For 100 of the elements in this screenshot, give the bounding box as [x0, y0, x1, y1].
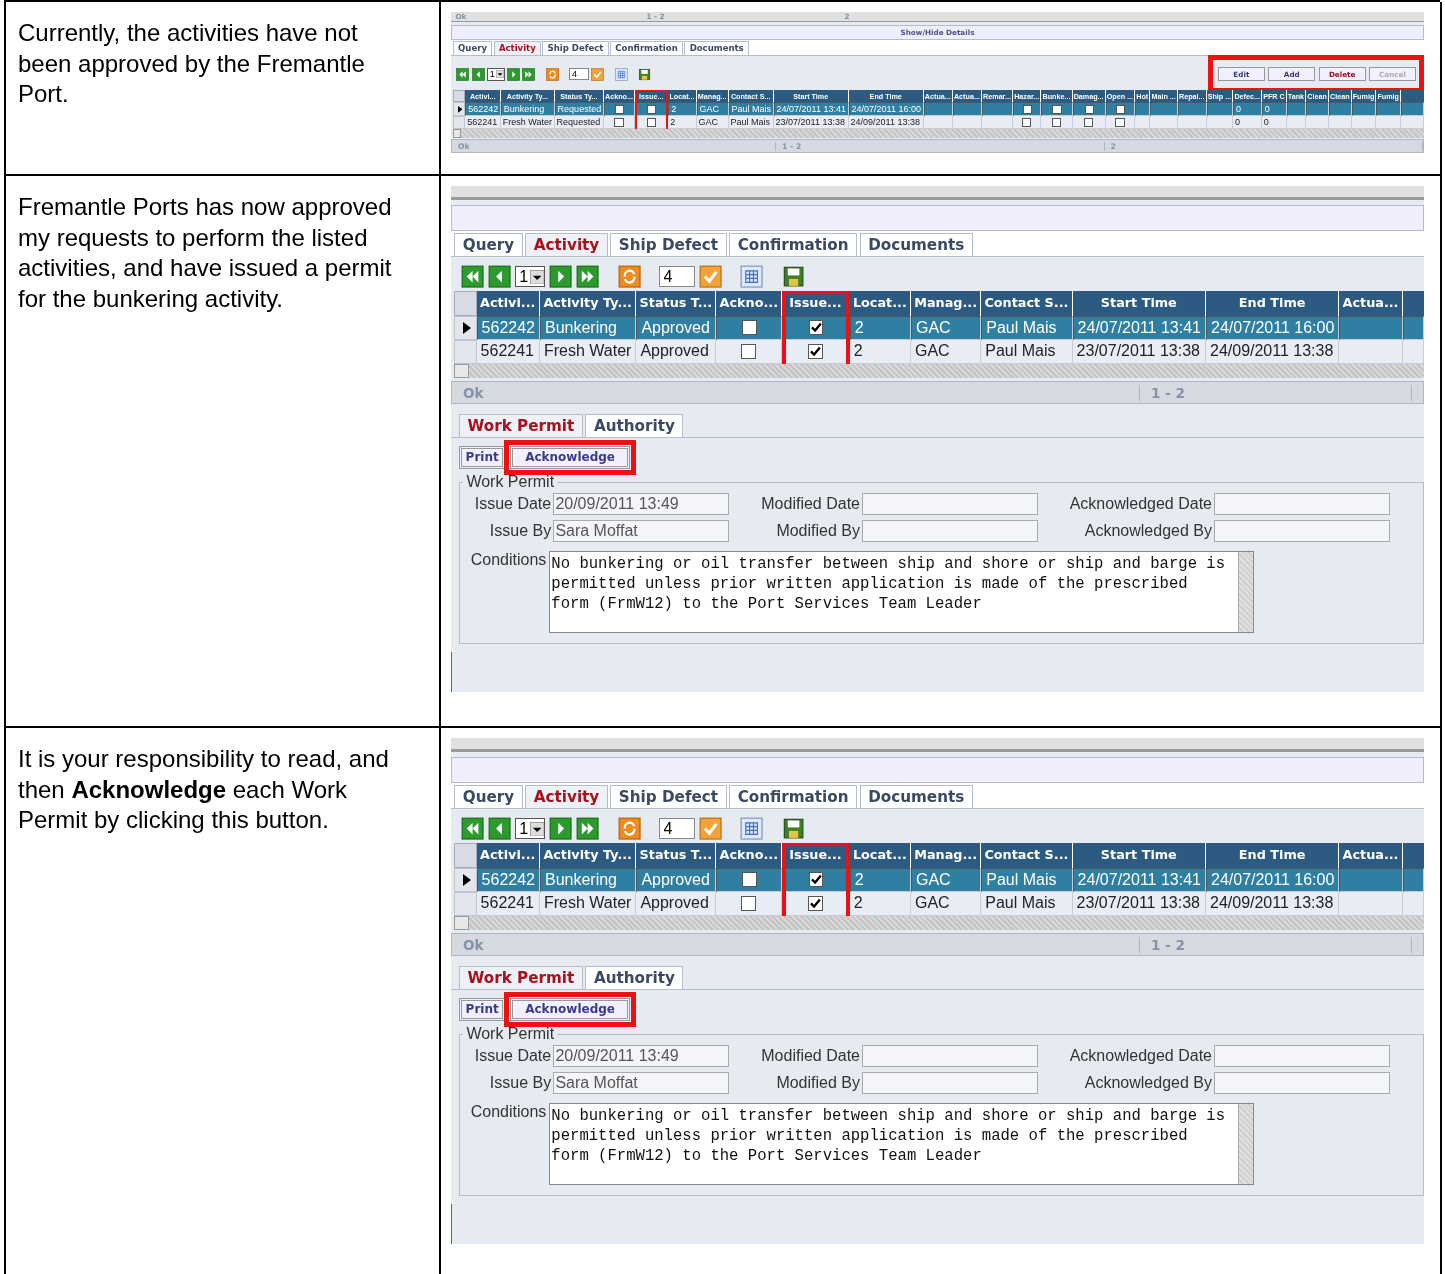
tab[interactable]: Activity	[525, 784, 608, 809]
table-cell: Approved	[636, 339, 717, 364]
column-header[interactable]: Status T...	[636, 291, 717, 316]
toolbar-button[interactable]: Acknowledge	[510, 446, 631, 469]
field-label: Issue Date	[473, 1046, 553, 1065]
tab[interactable]: Confirmation	[610, 41, 683, 55]
tab[interactable]: Authority	[585, 965, 684, 990]
column-header[interactable]: Status T...	[636, 843, 717, 868]
field-label: Acknowledged Date	[1068, 1046, 1213, 1065]
tab[interactable]: Activity	[525, 232, 608, 257]
column-header[interactable]: Actua...	[1339, 291, 1403, 316]
tab[interactable]: Query	[452, 41, 493, 55]
field-label: Conditions	[469, 1103, 548, 1122]
table-cell: Approved	[636, 891, 717, 916]
instruction-text: Currently, the activities have not been approved by the Fremantle Port.	[18, 18, 366, 109]
table-cell: Requested	[554, 102, 604, 116]
table-cell: Paul Mais	[981, 867, 1073, 892]
toolbar-button[interactable]: Print	[459, 446, 506, 469]
toolbar-button[interactable]: Print	[459, 998, 506, 1021]
table-cell: 24/07/2011 13:41	[773, 102, 849, 116]
table-cell: Paul Mais	[728, 102, 774, 116]
table-cell: 24/09/2011 13:38	[1206, 891, 1340, 916]
tab[interactable]: Documents	[859, 232, 973, 257]
table-cell: Paul Mais	[981, 891, 1073, 916]
table-cell: Approved	[636, 315, 717, 340]
table-cell: 562242	[465, 102, 502, 116]
count-field[interactable]: 4	[659, 818, 695, 840]
toolbar-button[interactable]: Acknowledge	[510, 998, 631, 1021]
text-area[interactable]: No bunkering or oil transfer between ship and shore or ship and barge is permitted unless prior written application is made of the prescribed form (FrmW12) to the Port Services Team Leader	[548, 1103, 1254, 1186]
field-label: Issue By	[488, 522, 553, 540]
table-cell: 0	[1233, 102, 1263, 116]
input-field[interactable]: Sara Moffat	[552, 520, 729, 542]
tab[interactable]: Ship Defect	[610, 784, 727, 809]
page-select[interactable]: 1	[514, 266, 546, 288]
field-label: Issue By	[488, 1074, 553, 1092]
table-cell: GAC	[696, 102, 729, 116]
status-text: Ok	[452, 936, 1140, 953]
group-title: Work Permit	[465, 1025, 556, 1044]
column-header[interactable]: Contact S...	[981, 843, 1073, 868]
tab[interactable]: Query	[454, 232, 523, 257]
column-header[interactable]: End Time	[1206, 291, 1340, 316]
tab[interactable]: Ship Defect	[610, 232, 727, 257]
column-header[interactable]: Activity Ty...	[539, 291, 637, 316]
table-cell: 23/07/2011 13:38	[1072, 339, 1206, 364]
column-header[interactable]: Ackno...	[716, 843, 783, 868]
field-label: Acknowledged By	[1083, 522, 1213, 540]
column-header[interactable]: Ackno...	[716, 291, 783, 316]
column-header[interactable]: Locat...	[849, 291, 911, 316]
tab[interactable]: Query	[454, 784, 523, 809]
tab[interactable]: Documents	[859, 784, 973, 809]
column-header[interactable]: Activi...	[476, 291, 540, 316]
field-label: Acknowledged Date	[1068, 494, 1213, 513]
table-cell: Paul Mais	[981, 339, 1073, 364]
column-header[interactable]: Actua...	[1339, 843, 1403, 868]
conditions-text: No bunkering or oil transfer between ship and shore or ship and barge is permitted unless prior written application is made of the prescribed form (FrmW12) to the Port Services Team Leader	[551, 553, 1227, 616]
table-cell: 24/09/2011 13:38	[1206, 339, 1340, 364]
input-field[interactable]: 20/09/2011 13:49	[552, 1045, 729, 1067]
table-cell: Paul Mais	[981, 315, 1073, 340]
table-cell: Bunkering	[539, 315, 637, 340]
column-header[interactable]: Start Time	[1072, 843, 1206, 868]
table-cell: 24/07/2011 13:41	[1072, 867, 1206, 892]
column-header[interactable]: Start Time	[1072, 291, 1206, 316]
tab[interactable]: Authority	[585, 413, 684, 438]
conditions-text: No bunkering or oil transfer between ship and shore or ship and barge is permitted unless prior written application is made of the prescribed form (FrmW12) to the Port Services Team Leader	[551, 1105, 1227, 1168]
instruction-text: Fremantle Ports has now approved my requests to perform the listed activities, and have issued a permit for the bunkering activity.	[18, 192, 393, 314]
instruction-text: It is your responsibility to read, and then Acknowledge each Work Permit by clicking this button.	[18, 744, 390, 835]
field-label: Modified By	[775, 1074, 861, 1092]
column-header[interactable]: End Time	[1206, 843, 1340, 868]
group-title: Work Permit	[465, 473, 556, 492]
table-cell: Approved	[636, 867, 717, 892]
tab[interactable]: Documents	[684, 41, 749, 55]
column-header[interactable]: Contact S...	[981, 291, 1073, 316]
table-cell: 0	[1262, 102, 1287, 116]
column-header[interactable]: Manag...	[910, 843, 982, 868]
table-cell: Fresh Water	[539, 891, 637, 916]
tab[interactable]: Work Permit	[459, 413, 583, 438]
count-field[interactable]: 4	[569, 68, 589, 81]
input-field[interactable]: 20/09/2011 13:49	[552, 493, 729, 515]
field-label: Modified Date	[760, 494, 861, 513]
column-header[interactable]: Locat...	[849, 843, 911, 868]
page-select[interactable]: 1	[487, 67, 505, 81]
column-header[interactable]: Activi...	[476, 843, 540, 868]
tab[interactable]: Activity	[493, 41, 541, 55]
tab[interactable]: Confirmation	[729, 232, 858, 257]
table-cell: 24/07/2011 16:00	[848, 102, 924, 116]
tab[interactable]: Confirmation	[729, 784, 858, 809]
field-label: Modified Date	[760, 1046, 861, 1065]
count-field[interactable]: 4	[659, 266, 695, 288]
field-label: Acknowledged By	[1083, 1074, 1213, 1092]
field-label: Issue Date	[473, 494, 553, 513]
input-field[interactable]: Sara Moffat	[552, 1072, 729, 1094]
page-select[interactable]: 1	[514, 818, 546, 840]
status-text: Ok	[452, 384, 1140, 401]
field-label: Modified By	[775, 522, 861, 540]
table-cell: Fresh Water	[539, 339, 637, 364]
tab[interactable]: Ship Defect	[542, 41, 609, 55]
tab[interactable]: Work Permit	[459, 965, 583, 990]
column-header[interactable]: Manag...	[910, 291, 982, 316]
column-header[interactable]: Activity Ty...	[539, 843, 637, 868]
text-area[interactable]: No bunkering or oil transfer between ship and shore or ship and barge is permitted unless prior written application is made of the prescribed form (FrmW12) to the Port Services Team Leader	[548, 551, 1254, 634]
